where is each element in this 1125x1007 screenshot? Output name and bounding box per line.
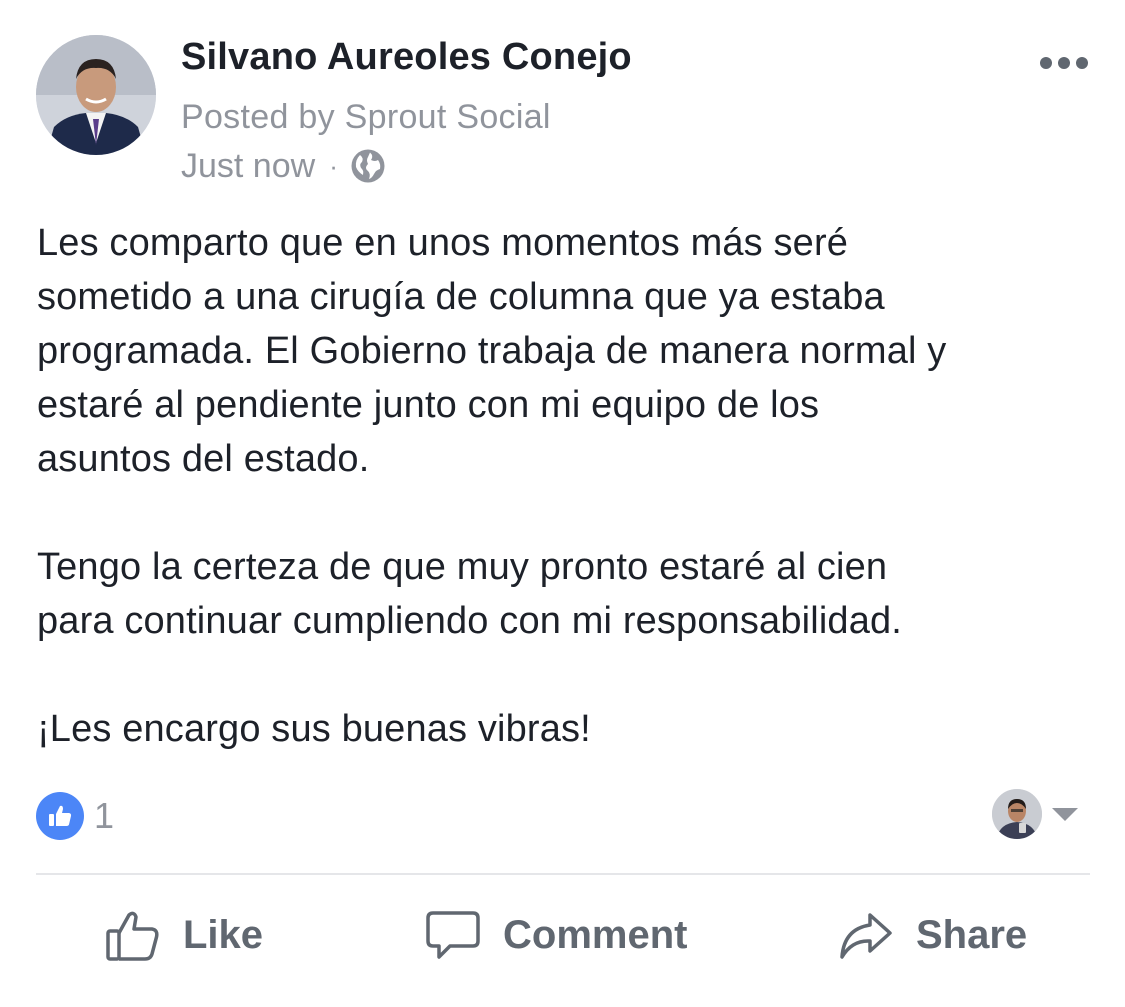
reaction-count: 1	[94, 795, 115, 836]
post-text-line: asuntos del estado.	[37, 438, 370, 480]
author-avatar-image	[36, 35, 156, 155]
post-text-line: programada. El Gobierno trabaja de maner…	[37, 330, 947, 372]
chevron-down-icon[interactable]	[1051, 806, 1079, 822]
post-text-line: estaré al pendiente junto con mi equipo …	[37, 384, 820, 426]
share-icon	[840, 913, 892, 959]
comment-button[interactable]: Comment	[425, 903, 687, 967]
comment-label: Comment	[503, 912, 688, 957]
post-text-line: Tengo la certeza de que muy pronto estar…	[37, 546, 888, 588]
thumbs-up-icon	[36, 792, 84, 840]
like-button[interactable]: Like	[105, 903, 263, 967]
more-options-icon[interactable]	[1036, 52, 1092, 74]
post-meta: Just now ·	[181, 146, 386, 186]
like-icon	[106, 911, 159, 961]
share-label: Share	[916, 912, 1028, 957]
post-body: Les comparto que en unos momentos más se…	[37, 216, 1097, 756]
like-label: Like	[183, 912, 264, 957]
reactions-summary[interactable]: 1	[36, 791, 114, 841]
share-button[interactable]: Share	[838, 903, 1027, 967]
comment-icon	[426, 911, 480, 959]
post-timestamp[interactable]: Just now	[181, 147, 315, 186]
author-avatar[interactable]	[36, 35, 156, 155]
posted-by-text: Posted by Sprout Social	[181, 98, 551, 136]
author-name[interactable]: Silvano Aureoles Conejo	[181, 36, 632, 79]
post-text-line: ¡Les encargo sus buenas vibras!	[37, 708, 591, 750]
post-text-line: para continuar cumpliendo con mi respons…	[37, 600, 902, 642]
divider	[36, 873, 1090, 875]
post-text-line: Les comparto que en unos momentos más se…	[37, 222, 849, 264]
globe-icon[interactable]	[350, 148, 386, 184]
post-text-line: sometido a una cirugía de columna que ya…	[37, 276, 885, 318]
reactor-avatar[interactable]	[992, 789, 1042, 839]
meta-separator: ·	[329, 150, 338, 181]
